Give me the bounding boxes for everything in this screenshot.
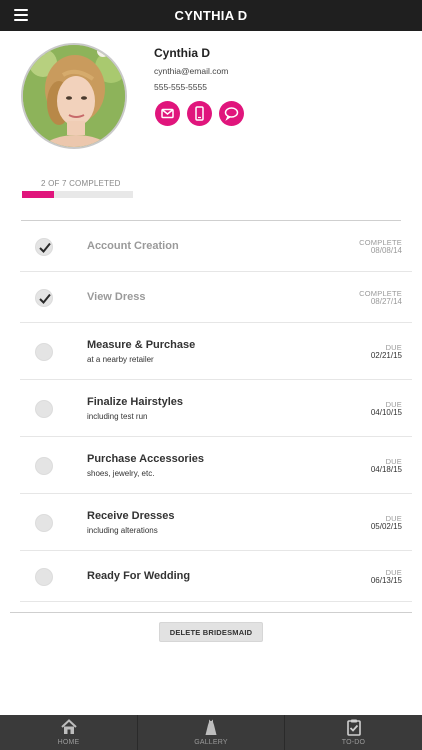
task-title: Purchase Accessories xyxy=(87,452,204,465)
task-row[interactable]: Receive Dresses including alterations DUE 0… xyxy=(20,494,412,551)
task-row[interactable]: View Dress COMPLETE 08/27/14 xyxy=(20,272,412,323)
checkbox-circle-icon[interactable] xyxy=(35,513,53,532)
bottom-nav: HOME GALLERY TO-DO xyxy=(0,715,422,750)
task-title: Account Creation xyxy=(87,239,179,252)
profile-name: Cynthia D xyxy=(154,46,211,60)
task-due-date: 08/27/14 xyxy=(370,296,402,306)
call-button[interactable] xyxy=(187,101,212,126)
checkbox-circle-icon[interactable] xyxy=(35,456,53,475)
email-icon xyxy=(161,108,174,119)
profile-email[interactable]: cynthia@email.com xyxy=(154,66,228,76)
task-subtitle: including test run xyxy=(87,411,148,421)
page-title: CYNTHIA D xyxy=(174,8,248,23)
task-due-date: 04/10/15 xyxy=(370,407,402,417)
checkmark-icon[interactable] xyxy=(35,237,53,256)
chat-icon xyxy=(224,107,239,121)
checkbox-circle-icon[interactable] xyxy=(35,567,53,586)
task-title: Finalize Hairstyles xyxy=(87,395,183,408)
home-icon xyxy=(60,719,77,734)
checkbox-circle-icon[interactable] xyxy=(35,399,53,418)
task-row[interactable]: Ready For Wedding DUE 06/13/15 xyxy=(20,551,412,602)
top-bar: CYNTHIA D xyxy=(0,0,422,31)
nav-todo-label: TO-DO xyxy=(341,739,366,746)
task-subtitle: shoes, jewelry, etc. xyxy=(87,468,155,478)
task-due-date: 05/02/15 xyxy=(370,521,402,531)
task-due-date: 08/08/14 xyxy=(370,245,402,255)
clipboard-check-icon xyxy=(346,719,361,736)
task-row[interactable]: Measure & Purchase at a nearby retailer DU… xyxy=(20,323,412,380)
dress-icon xyxy=(205,719,217,735)
task-title: Receive Dresses xyxy=(87,509,175,522)
nav-gallery[interactable]: GALLERY xyxy=(137,715,284,750)
checkmark-icon[interactable] xyxy=(35,288,53,307)
phone-icon xyxy=(195,106,204,121)
task-title: Ready For Wedding xyxy=(87,569,191,582)
task-title: Measure & Purchase xyxy=(87,338,196,351)
avatar xyxy=(21,43,127,149)
task-row[interactable]: Finalize Hairstyles including test run DUE… xyxy=(20,380,412,437)
task-subtitle: at a nearby retailer xyxy=(87,354,154,364)
task-due-date: 04/18/15 xyxy=(370,464,402,474)
divider xyxy=(10,612,412,613)
delete-bridesmaid-button[interactable]: DELETE BRIDESMAID xyxy=(159,622,263,642)
task-due-date: 06/13/15 xyxy=(370,575,402,585)
nav-gallery-label: GALLERY xyxy=(194,739,228,746)
profile-phone[interactable]: 555-555-5555 xyxy=(154,82,207,92)
nav-todo[interactable]: TO-DO xyxy=(284,715,422,750)
nav-home-label: HOME xyxy=(57,739,80,746)
task-due-date: 02/21/15 xyxy=(370,350,402,360)
task-row[interactable]: Purchase Accessories shoes, jewelry, etc.… xyxy=(20,437,412,494)
task-subtitle: including alterations xyxy=(87,525,158,535)
checkbox-circle-icon[interactable] xyxy=(35,342,53,361)
progress-label: 2 OF 7 COMPLETED xyxy=(41,179,121,188)
task-title: View Dress xyxy=(87,290,146,303)
task-row[interactable]: Account Creation COMPLETE 08/08/14 xyxy=(20,221,412,272)
message-button[interactable] xyxy=(219,101,244,126)
nav-home[interactable]: HOME xyxy=(0,715,137,750)
progress-bar xyxy=(22,191,133,198)
email-button[interactable] xyxy=(155,101,180,126)
progress-fill xyxy=(22,191,54,198)
